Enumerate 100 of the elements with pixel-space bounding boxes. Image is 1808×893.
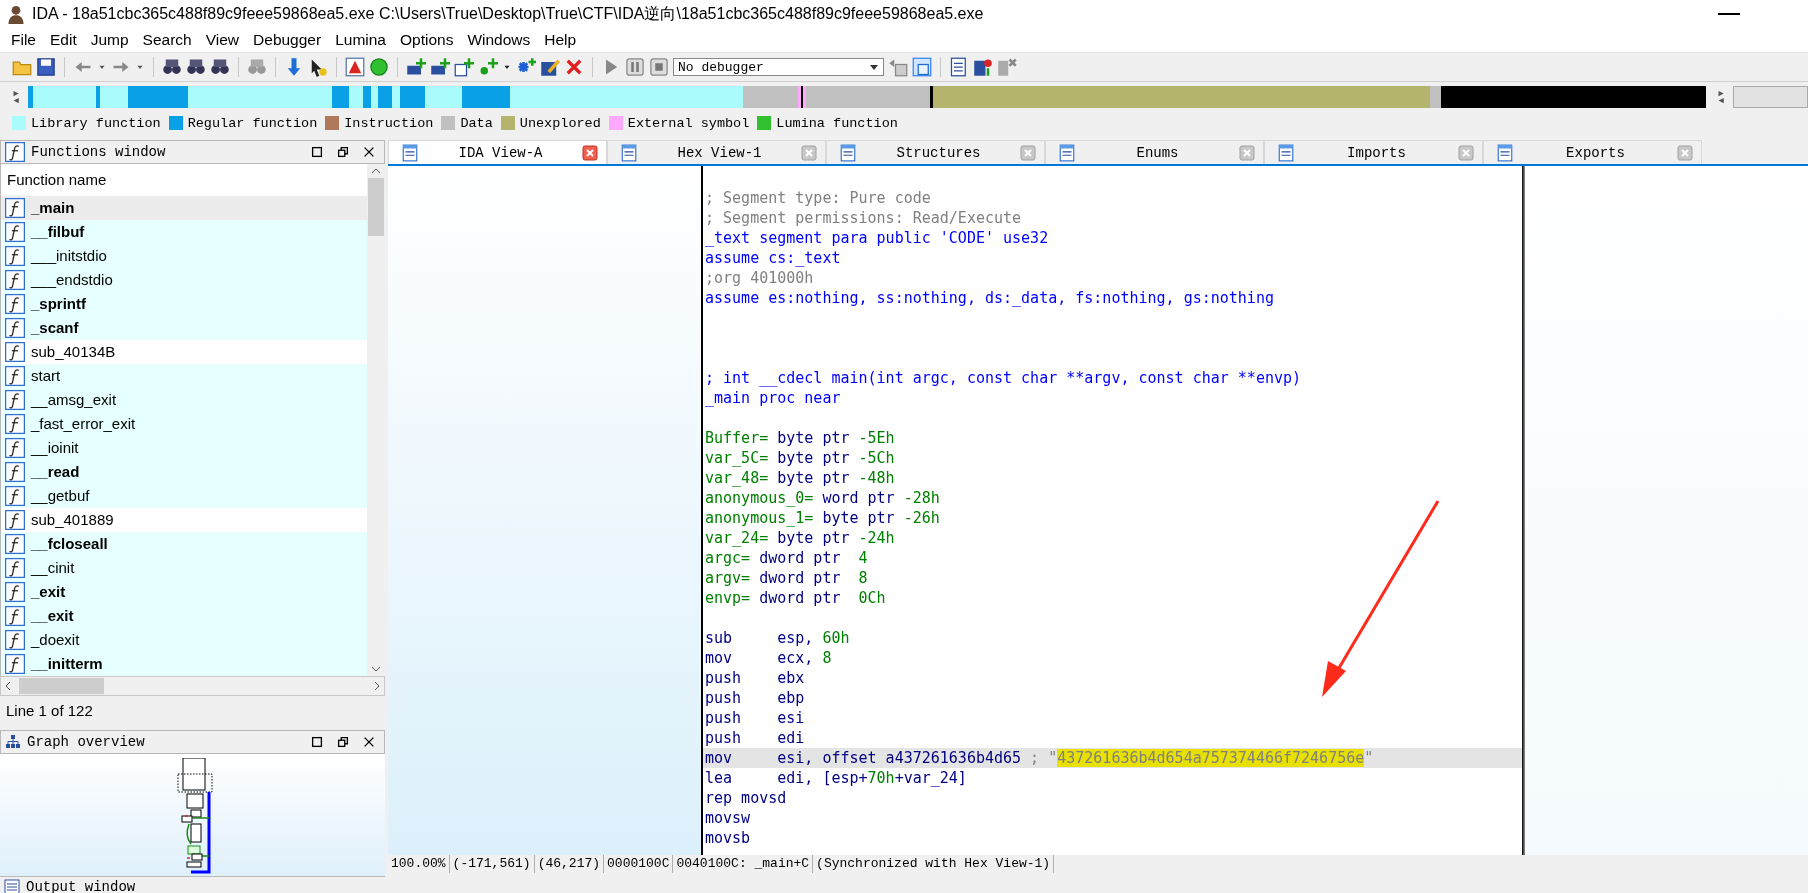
function-row[interactable]: __filbuf <box>1 219 367 244</box>
add-icon[interactable] <box>454 57 474 77</box>
function-row[interactable]: __ioinit <box>1 435 367 460</box>
menu-item[interactable]: Jump <box>83 31 136 49</box>
add-data-icon[interactable] <box>430 57 450 77</box>
code-line: push ebx <box>704 668 806 688</box>
function-icon <box>5 341 25 362</box>
warning-icon[interactable] <box>345 57 365 77</box>
legend-label: Library function <box>31 115 161 131</box>
function-row[interactable]: __fcloseall <box>1 531 367 556</box>
menu-item[interactable]: Windows <box>460 31 538 49</box>
tab[interactable]: Enums <box>1045 140 1264 164</box>
binoculars-icon[interactable] <box>186 57 206 77</box>
code-line: push edi <box>704 728 806 748</box>
function-icon <box>5 461 25 482</box>
function-row[interactable]: __read <box>1 459 367 484</box>
function-row[interactable]: _fast_error_exit <box>1 411 367 436</box>
tab[interactable]: Imports <box>1264 140 1483 164</box>
edit-icon[interactable] <box>540 57 560 77</box>
dropdown-caret-icon <box>869 63 879 71</box>
code-line: Buffer= byte ptr -5Eh <box>704 428 896 448</box>
panel-title: Graph overview <box>27 733 145 750</box>
add-code-icon[interactable] <box>406 57 426 77</box>
function-row[interactable]: _doexit <box>1 627 367 652</box>
stop-icon[interactable] <box>649 57 669 77</box>
code-line: envp= dword ptr 0Ch <box>704 588 887 608</box>
restore-icon[interactable] <box>336 734 350 749</box>
legend-label: Unexplored <box>519 115 601 131</box>
tab[interactable]: IDA View-A <box>388 140 607 164</box>
code-line: ; Segment type: Pure code <box>704 188 932 208</box>
maximize-icon[interactable] <box>310 144 324 159</box>
function-row[interactable]: _main <box>1 195 367 220</box>
status-field: (46,217) <box>534 855 605 873</box>
function-icon <box>5 533 25 554</box>
horizontal-scrollbar[interactable] <box>0 675 385 696</box>
scrollbar-thumb[interactable] <box>19 677 104 694</box>
avatar-icon <box>6 4 26 24</box>
function-row[interactable]: start <box>1 363 367 388</box>
legend-label: Data <box>460 115 493 131</box>
function-row[interactable]: __exit <box>1 603 367 628</box>
function-icon <box>5 317 25 338</box>
function-row[interactable]: __getbuf <box>1 483 367 508</box>
scrollbar-thumb[interactable] <box>368 177 384 236</box>
function-row[interactable]: _exit <box>1 579 367 604</box>
code-line: _main proc near <box>704 388 842 408</box>
binoculars-icon[interactable] <box>162 57 182 77</box>
function-row[interactable]: __amsg_exit <box>1 387 367 412</box>
tab[interactable]: Hex View-1 <box>607 140 826 164</box>
function-row[interactable]: _scanf <box>1 315 367 340</box>
list-icon <box>4 879 20 893</box>
document-icon <box>839 143 857 162</box>
menu-item[interactable]: View <box>198 31 247 49</box>
code-line: sub esp, 60h <box>704 628 851 648</box>
circle-icon[interactable] <box>369 57 389 77</box>
function-icon <box>5 197 25 218</box>
function-icon <box>5 245 25 266</box>
code-line: mov ecx, 8 <box>704 648 833 668</box>
function-row[interactable]: ___initstdio <box>1 243 367 268</box>
maximize-icon[interactable] <box>310 734 324 749</box>
document-icon <box>401 143 419 162</box>
code-line: var_5C= byte ptr -5Ch <box>704 448 896 468</box>
function-row[interactable]: __initterm <box>1 651 367 676</box>
function-row[interactable]: _sprintf <box>1 291 367 316</box>
document-icon <box>1496 143 1514 162</box>
window-title: IDA - 18a51cbc365c488f89c9feee59868ea5.exe C:\Users\True\Desktop\True\CTF\IDA逆向\18a51cbc365c488f89c9feee59868ea5.exe <box>32 3 984 24</box>
code-line: ; Segment permissions: Read/Execute <box>704 208 1023 228</box>
delete-icon[interactable] <box>997 57 1017 77</box>
menu-item[interactable]: Search <box>135 31 199 49</box>
menu-item[interactable]: Debugger <box>246 31 329 49</box>
restore-icon[interactable] <box>336 144 350 159</box>
function-row[interactable]: ___endstdio <box>1 267 367 292</box>
legend-label: External symbol <box>627 115 750 131</box>
binoculars-icon[interactable] <box>210 57 230 77</box>
pause-icon[interactable] <box>625 57 645 77</box>
function-icon <box>5 485 25 506</box>
legend-label: Regular function <box>187 115 318 131</box>
tab[interactable]: Structures <box>826 140 1045 164</box>
status-field: 0000100C <box>604 855 674 873</box>
list-icon[interactable] <box>949 57 969 77</box>
menu-item[interactable]: Edit <box>43 31 84 49</box>
vertical-scrollbar[interactable] <box>367 163 385 676</box>
code-line: var_24= byte ptr -24h <box>704 528 896 548</box>
function-icon <box>5 221 25 242</box>
function-icon <box>5 413 25 434</box>
save-icon[interactable] <box>36 57 56 77</box>
column-header[interactable]: Function name <box>7 171 107 189</box>
tab[interactable]: Exports <box>1483 140 1702 164</box>
function-row[interactable]: __cinit <box>1 555 367 580</box>
code-line: argv= dword ptr 8 <box>704 568 869 588</box>
legend-label: Lumina function <box>776 115 898 131</box>
code-line: var_48= byte ptr -48h <box>704 468 896 488</box>
menu-item[interactable]: Lumina <box>328 31 393 49</box>
menu-item[interactable]: Options <box>393 31 461 49</box>
debugger-select[interactable]: No debugger <box>673 58 884 76</box>
code-line: anonymous_1= byte ptr -26h <box>704 508 941 528</box>
menu-item[interactable]: Help <box>537 31 584 49</box>
document-icon <box>620 143 638 162</box>
menu-item[interactable]: File <box>4 31 43 49</box>
panel-title: Functions window <box>31 143 166 160</box>
function-icon <box>5 581 25 602</box>
